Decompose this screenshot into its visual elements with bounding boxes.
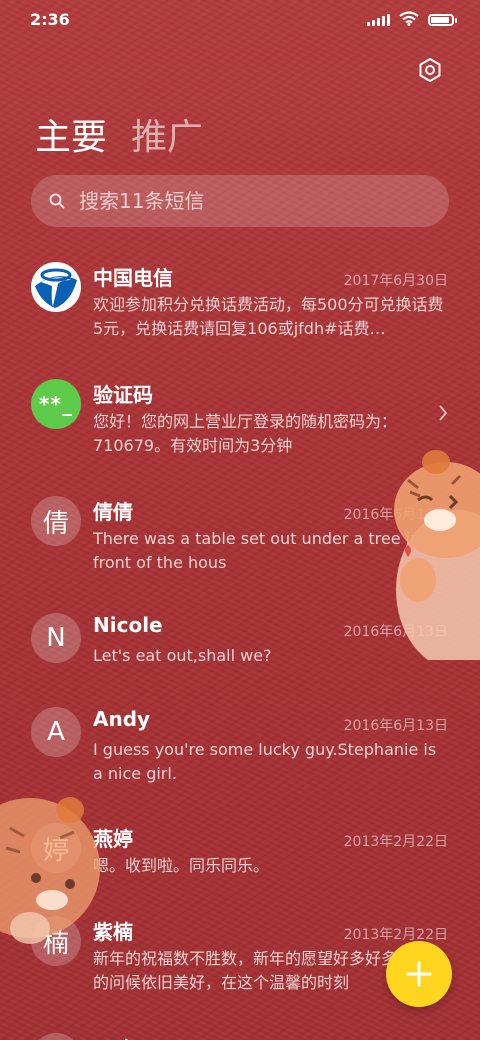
search-bar[interactable] bbox=[31, 175, 449, 227]
status-icons bbox=[367, 11, 457, 26]
message-preview: 您好！您的网上营业厅登录的随机密码为：710679。有效时间为3分钟 bbox=[93, 412, 398, 455]
sender-name: 验证码 bbox=[93, 383, 153, 407]
avatar bbox=[31, 1033, 81, 1040]
search-input[interactable] bbox=[79, 189, 409, 213]
list-item-china-telecom[interactable]: 中国电信 2017年6月30日 欢迎参加积分兑换话费活动，每500分可兑换话费5… bbox=[0, 240, 480, 350]
message-date: 2016年6月13日 bbox=[343, 624, 448, 640]
search-icon bbox=[49, 193, 65, 209]
avatar: A bbox=[31, 707, 81, 757]
status-time: 2:36 bbox=[30, 10, 70, 29]
sender-name: 倩倩 bbox=[93, 500, 133, 524]
message-date: 2013年2月22日 bbox=[343, 927, 448, 943]
sender-name: 燕婷 bbox=[93, 827, 133, 851]
message-preview: 欢迎参加积分兑换话费活动，每500分可兑换话费5元，兑换话费请回复106或jfd… bbox=[93, 295, 444, 338]
message-date: 2016年6月13日 bbox=[343, 718, 448, 734]
chevron-right-icon[interactable] bbox=[438, 405, 448, 421]
avatar: **_ bbox=[31, 379, 81, 429]
message-preview: I guess you're some lucky guy.Stephanie … bbox=[93, 740, 437, 783]
list-item-andy[interactable]: A Andy 2016年6月13日 I guess you're some lu… bbox=[0, 685, 480, 795]
wifi-icon bbox=[399, 11, 419, 26]
china-telecom-logo-icon bbox=[31, 262, 81, 312]
settings-icon[interactable] bbox=[416, 56, 444, 84]
status-bar: 2:36 bbox=[0, 0, 480, 40]
battery-icon bbox=[428, 14, 457, 26]
plus-icon bbox=[406, 961, 432, 987]
message-preview: There was a table set out under a tree i… bbox=[93, 529, 421, 572]
tab-bar: 主要 推广 bbox=[35, 108, 203, 160]
list-item-ziling[interactable]: 子玲 bbox=[0, 1011, 480, 1040]
new-message-button[interactable] bbox=[386, 941, 452, 1007]
message-date: 2017年6月30日 bbox=[343, 273, 448, 289]
avatar: 倩 bbox=[31, 496, 81, 546]
avatar: N bbox=[31, 613, 81, 663]
list-item-verification-code[interactable]: **_ 验证码 您好！您的网上营业厅登录的随机密码为：710679。有效时间为3… bbox=[0, 357, 480, 467]
signal-icon bbox=[367, 12, 390, 26]
tab-main[interactable]: 主要 bbox=[35, 108, 107, 160]
avatar: 婷 bbox=[31, 823, 81, 873]
sender-name: 子玲 bbox=[93, 1033, 133, 1040]
avatar: 楠 bbox=[31, 916, 81, 966]
sender-name: Andy bbox=[93, 707, 151, 731]
tab-promo[interactable]: 推广 bbox=[131, 108, 203, 160]
message-date: 2013年2月22日 bbox=[343, 834, 448, 850]
sender-name: Nicole bbox=[93, 613, 163, 637]
sender-name: 中国电信 bbox=[93, 266, 173, 290]
message-date: 2016年6月13日 bbox=[343, 507, 448, 523]
sender-name: 紫楠 bbox=[93, 920, 133, 944]
list-item-qianqian[interactable]: 倩 倩倩 2016年6月13日 There was a table set ou… bbox=[0, 474, 480, 584]
